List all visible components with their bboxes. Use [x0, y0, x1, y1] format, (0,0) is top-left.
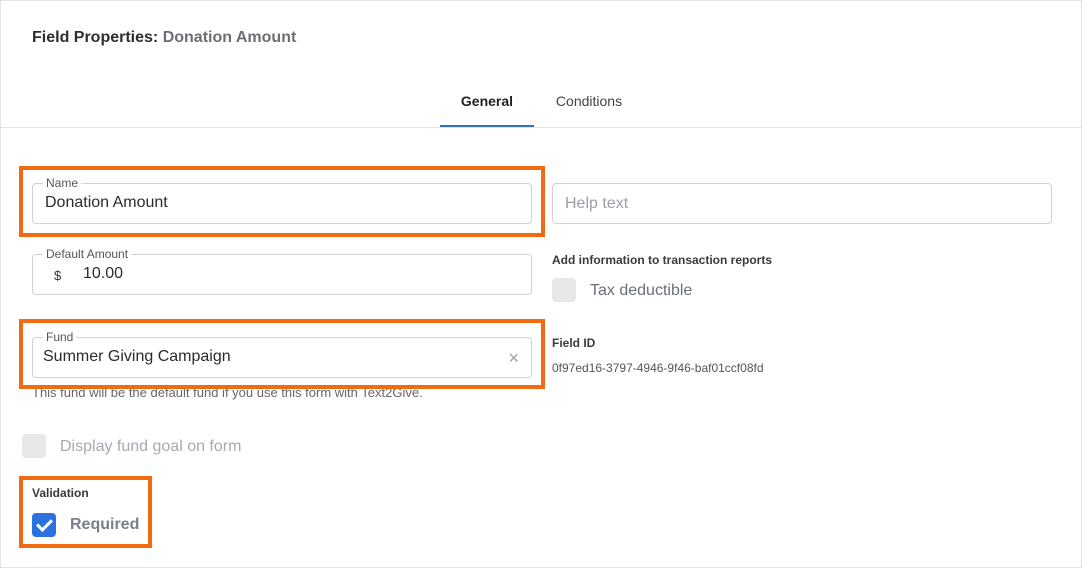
default-amount-label: Default Amount	[43, 247, 132, 261]
field-properties-panel: Field Properties: Donation Amount Genera…	[0, 0, 1082, 568]
currency-symbol: $	[54, 268, 62, 283]
fund-goal-checkbox[interactable]	[22, 434, 46, 458]
validation-highlight-box	[19, 476, 152, 548]
default-amount-field[interactable]: Default Amount $ 10.00	[32, 247, 532, 295]
default-amount-value: 10.00	[83, 265, 124, 282]
tax-deductible-label: Tax deductible	[590, 282, 693, 299]
transaction-reports-label: Add information to transaction reports	[552, 253, 773, 267]
title-prefix: Field Properties:	[32, 29, 159, 46]
tax-deductible-checkbox[interactable]	[552, 278, 576, 302]
help-text-field[interactable]: Help text	[552, 183, 1052, 224]
tab-conditions[interactable]: Conditions	[542, 84, 636, 127]
help-text-placeholder: Help text	[565, 195, 629, 212]
tab-general[interactable]: General	[440, 84, 534, 127]
name-highlight-box	[19, 166, 545, 237]
page-title: Field Properties: Donation Amount	[32, 29, 296, 47]
tab-bar: General Conditions	[1, 84, 1082, 128]
title-subject: Donation Amount	[162, 29, 297, 46]
field-id-value: 0f97ed16-3797-4946-9f46-baf01ccf08fd	[552, 361, 764, 375]
fund-highlight-box	[19, 319, 545, 389]
fund-goal-label: Display fund goal on form	[60, 438, 242, 455]
field-id-label: Field ID	[552, 336, 596, 350]
